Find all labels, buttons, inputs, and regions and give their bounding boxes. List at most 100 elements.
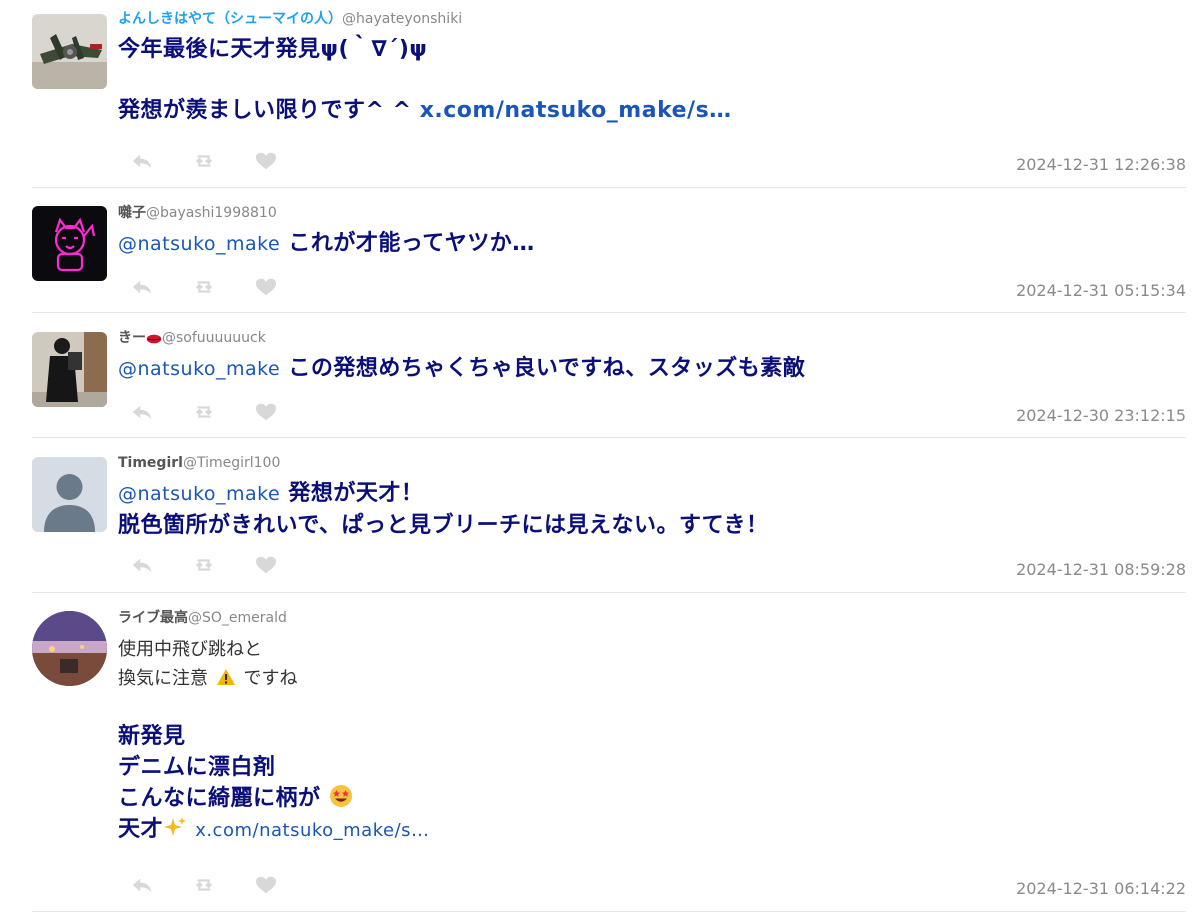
- mention-link[interactable]: @natsuko_make: [118, 233, 280, 255]
- reply-icon: [132, 154, 152, 169]
- tweet-text-line: 脱色箇所がきれいで、ぱっと見ブリーチには見えない。すてき！: [118, 513, 769, 538]
- reply-icon: [132, 558, 152, 573]
- tweet-body: ライブ最高@SO_emerald 使用中飛び跳ねと 換気に注意 ですね 新発見 …: [118, 593, 1186, 846]
- retweet-icon: [195, 559, 213, 571]
- retweet-button[interactable]: [191, 276, 217, 298]
- tweet-link[interactable]: x.com/natsuko_make/s…: [195, 820, 429, 841]
- reply-button[interactable]: [129, 276, 155, 298]
- avatar[interactable]: [32, 457, 107, 532]
- like-button[interactable]: [253, 874, 279, 896]
- tweet-text: @natsuko_make この発想めちゃくちゃ良いですね、スタッズも素敵: [118, 353, 1186, 385]
- retweet-icon: [195, 281, 213, 293]
- reply-icon: [132, 280, 152, 295]
- tweet-text: @natsuko_make これが才能ってヤツか…: [118, 228, 1186, 260]
- tweet-text-segment: 発想が羨ましい限りです^ ^: [118, 98, 412, 123]
- tweet-text-segment: ですね: [243, 668, 298, 689]
- tweet-body: きー @sofuuuuuuck @natsuko_make この発想めちゃくちゃ良…: [118, 313, 1186, 385]
- tweet-text-segment: 換気に注意: [118, 668, 208, 689]
- display-name[interactable]: Timegirl: [118, 455, 183, 471]
- reply-button[interactable]: [129, 150, 155, 172]
- reply-button[interactable]: [129, 401, 155, 423]
- tweet-text: 使用中飛び跳ねと 換気に注意 ですね 新発見 デニムに漂白剤 こんなに綺麗に柄が…: [118, 635, 1186, 846]
- tweet-body: 囃子@bayashi1998810 @natsuko_make これが才能ってヤ…: [118, 188, 1186, 260]
- retweet-icon: [195, 879, 213, 891]
- user-line: きー @sofuuuuuuck: [118, 329, 1186, 347]
- tweet-item: ライブ最高@SO_emerald 使用中飛び跳ねと 換気に注意 ですね 新発見 …: [32, 593, 1186, 912]
- tweet-text-line: 天才 x.com/natsuko_make/s…: [118, 814, 1186, 846]
- heart-icon: [255, 556, 277, 574]
- tweet-actions: [129, 150, 279, 172]
- tweet-text-line: @natsuko_make この発想めちゃくちゃ良いですね、スタッズも素敵: [118, 353, 1186, 385]
- warning-emoji-icon: [216, 669, 235, 685]
- retweet-icon: [195, 155, 213, 167]
- display-name[interactable]: ライブ最高: [118, 610, 188, 626]
- tweet-actions: [129, 874, 279, 896]
- tweet-text-segment: 天才: [118, 817, 164, 842]
- reply-button[interactable]: [129, 874, 155, 896]
- heart-icon: [255, 403, 277, 421]
- tweet-text-line: 新発見: [118, 724, 186, 749]
- tweet-link[interactable]: x.com/natsuko_make/s…: [420, 98, 732, 123]
- avatar[interactable]: [32, 206, 107, 281]
- tweet-item: きー @sofuuuuuuck @natsuko_make この発想めちゃくちゃ良…: [32, 313, 1186, 438]
- tweet-text: 今年最後に天才発見ψ(｀∇´)ψ 発想が羨ましい限りです^ ^ x.com/na…: [118, 34, 1186, 126]
- user-handle[interactable]: @Timegirl100: [183, 455, 280, 471]
- tweet-text-segment: こんなに綺麗に柄が: [118, 786, 321, 811]
- tweet-actions: [129, 276, 279, 298]
- like-button[interactable]: [253, 150, 279, 172]
- tweet-actions: [129, 554, 279, 576]
- heart-icon: [255, 876, 277, 894]
- avatar[interactable]: [32, 14, 107, 89]
- tweet-text-segment: 発想が天才！: [288, 481, 424, 506]
- heart-icon: [255, 278, 277, 296]
- user-line: 囃子@bayashi1998810: [118, 204, 1186, 222]
- avatar[interactable]: [32, 611, 107, 686]
- tweet-text-line: @natsuko_make これが才能ってヤツか…: [118, 228, 1186, 260]
- user-handle[interactable]: @sofuuuuuuck: [162, 330, 266, 346]
- tweet-text-line: 発想が羨ましい限りです^ ^ x.com/natsuko_make/s…: [118, 95, 1186, 126]
- tweet-timestamp[interactable]: 2024-12-31 05:15:34: [1016, 281, 1186, 300]
- tweet-timestamp[interactable]: 2024-12-31 12:26:38: [1016, 155, 1186, 174]
- retweet-icon: [195, 406, 213, 418]
- tweet-text: @natsuko_make 発想が天才！ 脱色箇所がきれいで、ぱっと見ブリーチに…: [118, 478, 1186, 541]
- tweet-text-segment: これが才能ってヤツか…: [288, 231, 535, 256]
- mention-link[interactable]: @natsuko_make: [118, 483, 280, 505]
- sparkles-emoji-icon: [164, 817, 187, 836]
- tweet-text-segment: この発想めちゃくちゃ良いですね、スタッズも素敵: [288, 356, 806, 381]
- tweet-text-line: @natsuko_make 発想が天才！: [118, 478, 1186, 510]
- tweet-text-line: 使用中飛び跳ねと: [118, 639, 262, 660]
- like-button[interactable]: [253, 401, 279, 423]
- tweet-text-line: 今年最後に天才発見ψ(｀∇´)ψ: [118, 37, 428, 62]
- tweet-actions: [129, 401, 279, 423]
- user-line: Timegirl@Timegirl100: [118, 454, 1186, 472]
- tweet-body: Timegirl@Timegirl100 @natsuko_make 発想が天才…: [118, 438, 1186, 541]
- tweet-body: よんしきはやて（シューマイの人）@hayateyonshiki 今年最後に天才発…: [118, 0, 1186, 126]
- reply-icon: [132, 405, 152, 420]
- tweet-timestamp[interactable]: 2024-12-30 23:12:15: [1016, 406, 1186, 425]
- retweet-button[interactable]: [191, 150, 217, 172]
- user-handle[interactable]: @hayateyonshiki: [342, 11, 462, 27]
- user-line: ライブ最高@SO_emerald: [118, 609, 1186, 627]
- retweet-button[interactable]: [191, 554, 217, 576]
- user-handle[interactable]: @bayashi1998810: [146, 205, 277, 221]
- user-handle[interactable]: @SO_emerald: [188, 610, 287, 626]
- tweet-text-line: こんなに綺麗に柄が: [118, 783, 1186, 814]
- tweet-item: 囃子@bayashi1998810 @natsuko_make これが才能ってヤ…: [32, 188, 1186, 313]
- tweet-item: よんしきはやて（シューマイの人）@hayateyonshiki 今年最後に天才発…: [32, 0, 1186, 188]
- tweet-text-line: デニムに漂白剤: [118, 755, 276, 780]
- lips-emoji-icon: [146, 334, 162, 344]
- tweet-timestamp[interactable]: 2024-12-31 08:59:28: [1016, 560, 1186, 579]
- display-name[interactable]: きー: [118, 330, 146, 346]
- tweet-item: Timegirl@Timegirl100 @natsuko_make 発想が天才…: [32, 438, 1186, 593]
- avatar[interactable]: [32, 332, 107, 407]
- display-name[interactable]: よんしきはやて（シューマイの人）: [118, 11, 342, 27]
- like-button[interactable]: [253, 554, 279, 576]
- like-button[interactable]: [253, 276, 279, 298]
- reply-icon: [132, 878, 152, 893]
- retweet-button[interactable]: [191, 874, 217, 896]
- retweet-button[interactable]: [191, 401, 217, 423]
- mention-link[interactable]: @natsuko_make: [118, 358, 280, 380]
- display-name[interactable]: 囃子: [118, 205, 146, 221]
- tweet-timestamp[interactable]: 2024-12-31 06:14:22: [1016, 879, 1186, 898]
- reply-button[interactable]: [129, 554, 155, 576]
